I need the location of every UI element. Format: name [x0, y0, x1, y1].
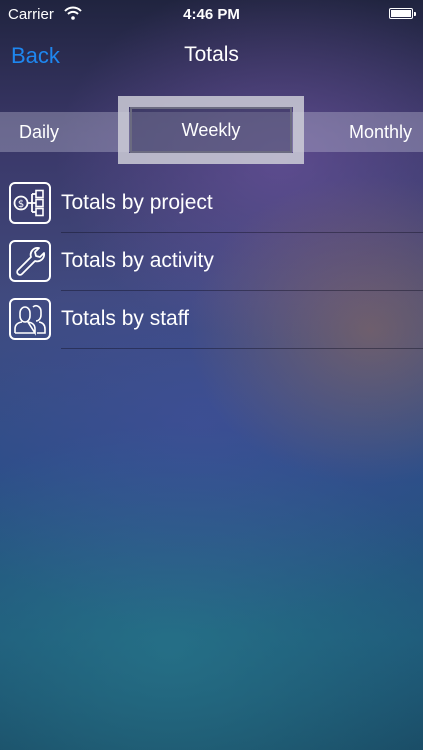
list-item-activity[interactable]: Totals by activity [0, 233, 423, 291]
page-title: Totals [184, 43, 239, 66]
row-divider [61, 348, 423, 349]
list-item-label: Totals by activity [61, 249, 214, 272]
list-item-label: Totals by project [61, 191, 213, 214]
list-item-project[interactable]: $ Totals by project [0, 175, 423, 233]
segment-monthly[interactable]: Monthly [349, 112, 412, 152]
staff-people-icon [9, 298, 51, 340]
project-hierarchy-icon: $ [9, 182, 51, 224]
list-item-label: Totals by staff [61, 307, 190, 330]
wrench-icon [9, 240, 51, 282]
status-bar: Carrier 4:46 PM [0, 0, 423, 30]
segment-weekly[interactable]: Weekly [130, 107, 292, 153]
segment-daily[interactable]: Daily [19, 112, 59, 152]
status-time: 4:46 PM [183, 6, 240, 23]
svg-text:$: $ [18, 199, 24, 210]
list-item-staff[interactable]: Totals by staff [0, 291, 423, 349]
battery-icon [389, 8, 416, 19]
totals-list: $ Totals by project Totals by activity T… [0, 175, 423, 349]
navigation-bar: Back Totals [0, 30, 423, 82]
